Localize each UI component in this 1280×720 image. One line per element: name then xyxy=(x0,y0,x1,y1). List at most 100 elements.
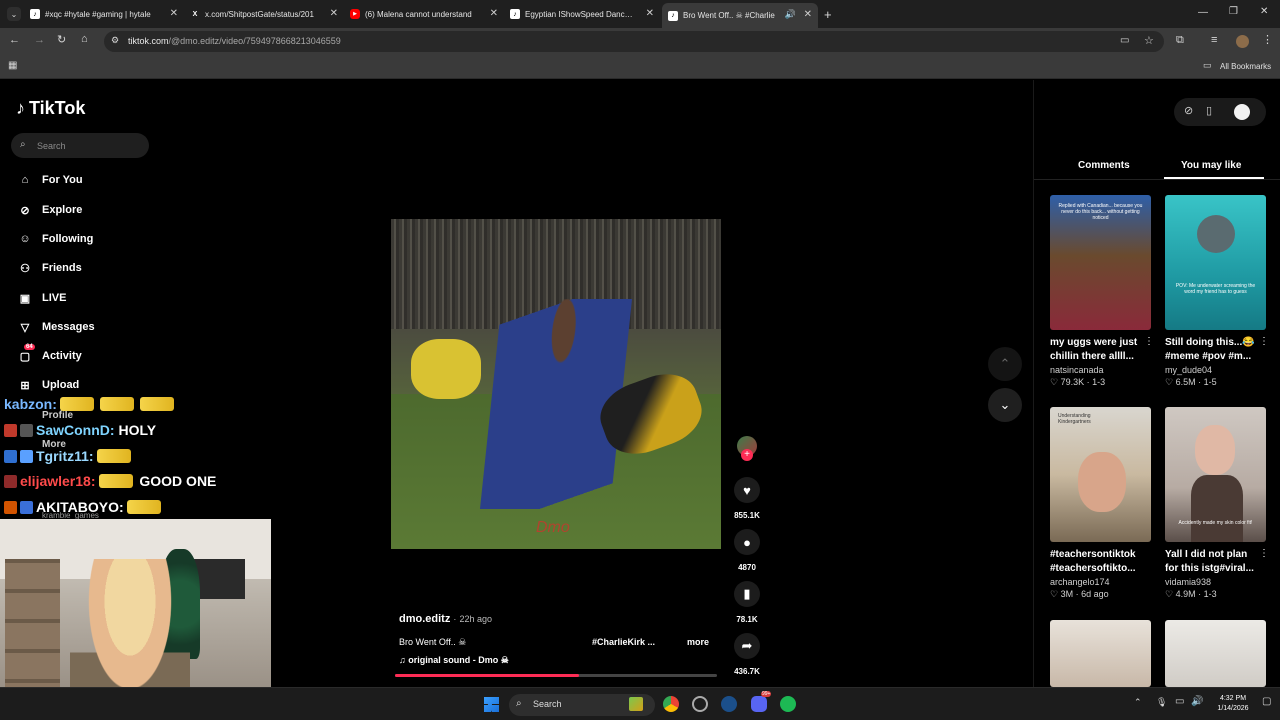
emote-icon xyxy=(59,397,94,411)
extensions-icon[interactable]: ⧉ xyxy=(1176,34,1184,47)
cast-icon[interactable]: ▭ xyxy=(1120,35,1129,46)
comment-button[interactable]: ● xyxy=(734,529,760,555)
video-progress-bar[interactable] xyxy=(395,674,717,677)
tiktok-logo[interactable]: ♪ TikTok xyxy=(16,98,85,119)
close-tab-icon[interactable]: ✕ xyxy=(330,8,338,19)
tab-bro-went-off[interactable]: ♪ Bro Went Off.. ☠ #Charlie 🔊 ✕ xyxy=(662,3,818,28)
video-sound[interactable]: ♫ original sound - Dmo ☠ xyxy=(399,655,509,666)
restore-icon[interactable]: ❐ xyxy=(1229,6,1238,17)
badge-icon xyxy=(4,423,17,437)
microphone-icon[interactable]: 🎙 xyxy=(1156,697,1167,708)
nav-for-you[interactable]: ⌂ For You xyxy=(16,170,83,190)
reload-icon[interactable]: ↻ xyxy=(57,33,66,46)
like-button[interactable]: ♥ xyxy=(734,477,760,503)
back-icon[interactable]: ← xyxy=(9,34,20,46)
new-tab-icon[interactable]: + xyxy=(824,7,832,22)
obs-icon[interactable] xyxy=(692,696,708,712)
card-title: Still doing this...😂 #meme #pov #m... xyxy=(1165,337,1255,362)
activity-icon: ▢ 64 xyxy=(19,343,35,363)
bookmark-star-icon[interactable]: ☆ xyxy=(1144,34,1154,47)
search-highlight-icon xyxy=(629,697,643,711)
video-hashtag[interactable]: #CharlieKirk ... xyxy=(592,637,655,647)
discord-icon[interactable] xyxy=(751,696,767,712)
address-bar[interactable]: ⚙ tiktok.com/@dmo.editz/video/7594978668… xyxy=(104,31,1164,52)
media-controls-icon[interactable]: ≡ xyxy=(1211,34,1217,46)
nav-following[interactable]: ☺ Following xyxy=(16,229,93,249)
badge-icon xyxy=(4,449,17,463)
nav-explore[interactable]: ⊘ Explore xyxy=(16,200,82,220)
tab-comments[interactable]: Comments xyxy=(1078,160,1130,171)
tab-youtube-malena[interactable]: ▶ (6) Malena cannot understand ✕ xyxy=(350,4,500,24)
close-tab-icon[interactable]: ✕ xyxy=(646,8,654,19)
speed-icon[interactable]: ⊘ xyxy=(1184,104,1193,117)
home-icon[interactable]: ⌂ xyxy=(81,33,88,45)
nav-activity[interactable]: ▢ 64 Activity xyxy=(16,343,82,366)
clock[interactable]: 4:32 PM 1/14/2026 xyxy=(1212,694,1254,714)
close-tab-icon[interactable]: ✕ xyxy=(804,9,812,20)
tab-you-may-like[interactable]: You may like xyxy=(1181,160,1241,171)
heart-outline-icon: ♡ xyxy=(1050,589,1059,599)
tab-x-shitpostgate[interactable]: X x.com/ShitpostGate/status/201 ✕ xyxy=(190,4,340,24)
suggested-video-card[interactable]: Accidently made my skin color fit! Yall … xyxy=(1165,407,1269,600)
network-icon[interactable]: ▭ xyxy=(1175,696,1184,707)
taskbar-search[interactable]: ⌕ Search xyxy=(509,694,655,716)
next-video-button[interactable]: ⌄ xyxy=(988,388,1022,422)
video-player[interactable]: Dmo xyxy=(391,219,721,549)
apps-grid-icon[interactable]: ▦ xyxy=(8,60,17,71)
address-toolbar: ← → ↻ ⌂ ⚙ tiktok.com/@dmo.editz/video/75… xyxy=(0,28,1280,55)
suggested-video-card[interactable]: POV: Me underwater screaming the word my… xyxy=(1165,195,1269,388)
nav-messages[interactable]: ▽ Messages xyxy=(16,317,95,337)
close-tab-icon[interactable]: ✕ xyxy=(490,8,498,19)
spotify-icon[interactable] xyxy=(780,696,796,712)
folder-icon: ▭ xyxy=(1203,60,1212,70)
mute-badge-icon xyxy=(20,423,33,437)
tab-xqc-hytale[interactable]: ♪ #xqc #hytale #gaming | hytale ✕ xyxy=(30,4,180,24)
chrome-icon[interactable] xyxy=(663,696,679,712)
browser-menu-icon[interactable]: ⋮ xyxy=(1262,33,1273,46)
url-text[interactable]: tiktok.com/@dmo.editz/video/759497866821… xyxy=(128,36,341,46)
search-icon: ⌕ xyxy=(20,139,26,150)
suggested-video-card[interactable]: Understanding Kindergartners #teacherson… xyxy=(1050,407,1151,600)
chat-username: SawConnD: xyxy=(36,422,115,438)
tab-egyptian-ishowspeed[interactable]: ♪ Egyptian IShowSpeed Dance O ✕ xyxy=(510,4,656,24)
video-thumbnail[interactable] xyxy=(1050,620,1151,687)
theme-toggle[interactable] xyxy=(1234,104,1250,120)
nav-label: Messages xyxy=(42,321,95,333)
volume-icon[interactable]: 🔊 xyxy=(1191,696,1203,707)
card-stats: ♡ 4.9M · 1-3 xyxy=(1165,589,1217,599)
youtube-favicon-icon: ▶ xyxy=(350,9,360,19)
save-button[interactable]: ▮ xyxy=(734,581,760,607)
windows-start-icon[interactable] xyxy=(484,697,499,712)
forward-icon[interactable]: → xyxy=(34,34,45,46)
card-menu-icon[interactable]: ⋮ xyxy=(1259,548,1269,559)
url-host: tiktok.com xyxy=(128,36,169,46)
card-menu-icon[interactable]: ⋮ xyxy=(1144,336,1154,347)
video-thumbnail[interactable] xyxy=(1165,620,1266,687)
window-close-icon[interactable]: ✕ xyxy=(1260,6,1268,17)
nav-friends[interactable]: ⚇ Friends xyxy=(16,258,82,278)
card-menu-icon[interactable]: ⋮ xyxy=(1259,336,1269,347)
audio-playing-icon[interactable]: 🔊 xyxy=(785,9,796,20)
nav-upload[interactable]: ⊞ Upload xyxy=(16,375,79,395)
nav-label: Upload xyxy=(42,379,80,391)
minimize-icon[interactable]: — xyxy=(1198,7,1208,18)
close-tab-icon[interactable]: ✕ xyxy=(170,8,178,19)
steam-icon[interactable] xyxy=(721,696,737,712)
tray-chevron-icon[interactable]: ⌃ xyxy=(1134,697,1142,708)
search-input[interactable]: ⌕ Search xyxy=(11,133,149,158)
suggested-video-card[interactable]: Replied with Canadian... because you nev… xyxy=(1050,195,1154,388)
profile-avatar[interactable] xyxy=(1236,35,1249,48)
share-button[interactable]: ➦ xyxy=(734,633,760,659)
site-info-icon[interactable]: ⚙ xyxy=(111,35,119,46)
all-bookmarks-button[interactable]: All Bookmarks xyxy=(1220,62,1271,71)
follow-plus-icon[interactable]: + xyxy=(741,449,753,461)
video-author[interactable]: dmo.editz xyxy=(399,613,450,625)
tab-search-icon[interactable]: ⌄ xyxy=(7,7,21,21)
card-date: 1-3 xyxy=(1092,377,1106,387)
notifications-icon[interactable]: ▢ xyxy=(1262,696,1271,707)
nav-live[interactable]: ▣ LIVE xyxy=(16,288,67,308)
previous-video-button[interactable]: ⌃ xyxy=(988,347,1022,381)
windows-taskbar: ⌕ Search 99+ ⌃ 🎙 ▭ 🔊 4:32 PM 1/14/2026 ▢ xyxy=(0,687,1280,720)
mini-player-icon[interactable]: ▯ xyxy=(1206,104,1212,117)
caption-more-button[interactable]: more xyxy=(687,637,709,647)
